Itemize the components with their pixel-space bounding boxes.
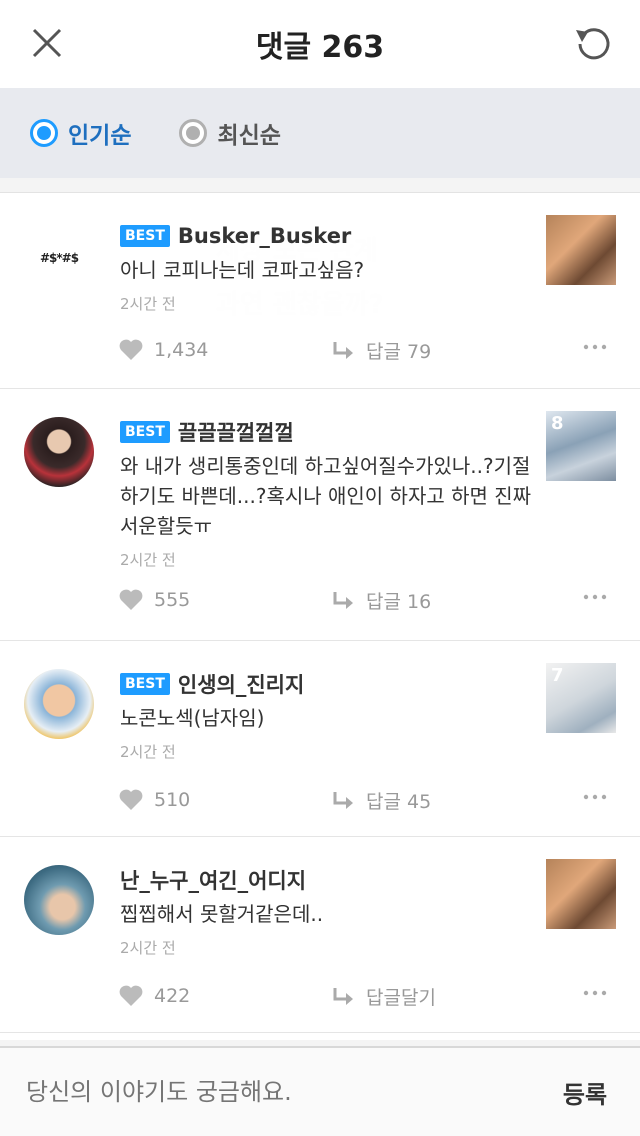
- sort-bar: 인기순 최신순: [0, 88, 640, 178]
- comment-item: BEST 인생의_진리지 노콘노섹(남자임) 2시간 전 7 510 답글 45: [0, 641, 640, 837]
- more-icon[interactable]: [580, 787, 610, 807]
- reply-button[interactable]: 답글 16: [332, 587, 431, 614]
- comment-thumbnail[interactable]: [546, 859, 616, 929]
- thumbnail-number: 8: [551, 413, 564, 434]
- page-title: 댓글 263: [245, 20, 395, 68]
- more-icon[interactable]: [580, 983, 610, 1003]
- comment-input[interactable]: [0, 1062, 530, 1122]
- avatar-text: #$*#$: [39, 251, 79, 265]
- submit-button[interactable]: 등록: [530, 1075, 640, 1110]
- reply-button[interactable]: 답글 45: [332, 787, 431, 814]
- avatar[interactable]: [24, 865, 94, 935]
- best-badge: BEST: [120, 421, 170, 443]
- more-icon[interactable]: [580, 337, 610, 357]
- sort-option-latest[interactable]: 최신순: [179, 116, 281, 150]
- more-icon[interactable]: [580, 587, 610, 607]
- heart-icon: [119, 985, 143, 1006]
- close-icon: [32, 28, 62, 58]
- like-count: 510: [154, 789, 191, 811]
- reply-arrow-icon: [333, 792, 353, 809]
- comment-thumbnail[interactable]: 8: [546, 411, 616, 481]
- like-count: 555: [154, 589, 191, 611]
- like-count: 422: [154, 985, 191, 1007]
- refresh-icon: [576, 28, 610, 60]
- comment-author[interactable]: 난_누구_여긴_어디지: [120, 865, 306, 895]
- comment-thumbnail[interactable]: 7: [546, 663, 616, 733]
- close-button[interactable]: [24, 22, 72, 66]
- comment-text: 찝찝해서 못할거같은데..: [120, 902, 324, 926]
- heart-icon: [119, 589, 143, 610]
- heart-icon: [119, 789, 143, 810]
- comment-time: 2시간 전: [120, 551, 176, 569]
- avatar[interactable]: [24, 417, 94, 487]
- comment-item: BEST 끌끌끌껄껄껄 와 내가 생리통중인데 하고싶어질수가있나..?기절하기…: [0, 389, 640, 641]
- comment-item: #$*#$ BEST Busker_Busker 아니 코피나는데 코파고싶음?…: [0, 193, 640, 389]
- sort-option-popular[interactable]: 인기순: [30, 116, 131, 150]
- reply-label: 답글 45: [366, 790, 432, 813]
- comment-author[interactable]: 인생의_진리지: [178, 669, 304, 699]
- comment-time: 2시간 전: [120, 295, 176, 313]
- reply-button[interactable]: 답글달기: [332, 983, 436, 1010]
- sort-option-label: 인기순: [68, 123, 132, 149]
- refresh-button[interactable]: [568, 22, 616, 66]
- comment-time: 2시간 전: [120, 743, 176, 761]
- reply-label: 답글 16: [366, 590, 432, 613]
- comment-thumbnail[interactable]: [546, 215, 616, 285]
- reply-label: 답글 79: [366, 340, 432, 363]
- comment-input-bar: 등록: [0, 1046, 640, 1136]
- comment-text: 와 내가 생리통중인데 하고싶어질수가있나..?기절하기도 바쁜데...?혹시나…: [120, 454, 532, 538]
- like-button[interactable]: 555: [118, 588, 332, 612]
- reply-arrow-icon: [333, 988, 353, 1005]
- avatar[interactable]: #$*#$: [24, 223, 94, 293]
- avatar[interactable]: [24, 669, 94, 739]
- radio-unselected-icon: [179, 119, 208, 147]
- comment-text: 아니 코피나는데 코파고싶음?: [120, 258, 365, 282]
- comment-list[interactable]: #$*#$ BEST Busker_Busker 아니 코피나는데 코파고싶음?…: [0, 192, 640, 1040]
- best-badge: BEST: [120, 225, 170, 247]
- thumbnail-number: 7: [551, 665, 564, 686]
- reply-button[interactable]: 답글 79: [332, 337, 431, 364]
- reply-arrow-icon: [333, 592, 353, 609]
- best-badge: BEST: [120, 673, 170, 695]
- like-count: 1,434: [154, 339, 209, 361]
- heart-icon: [119, 339, 143, 360]
- reply-label: 답글달기: [366, 986, 436, 1009]
- like-button[interactable]: 510: [118, 788, 332, 812]
- comment-item: 난_누구_여긴_어디지 찝찝해서 못할거같은데.. 2시간 전 422 답글달기: [0, 837, 640, 1033]
- comment-author[interactable]: 끌끌끌껄껄껄: [178, 417, 294, 447]
- sort-option-label: 최신순: [217, 123, 281, 149]
- comment-author[interactable]: Busker_Busker: [178, 224, 351, 248]
- header-bar: 댓글 263: [0, 0, 640, 88]
- reply-arrow-icon: [333, 342, 353, 359]
- radio-selected-icon: [30, 119, 58, 147]
- comment-text: 노콘노섹(남자임): [120, 706, 265, 730]
- like-button[interactable]: 1,434: [118, 338, 332, 362]
- comment-time: 2시간 전: [120, 939, 176, 957]
- like-button[interactable]: 422: [118, 984, 332, 1008]
